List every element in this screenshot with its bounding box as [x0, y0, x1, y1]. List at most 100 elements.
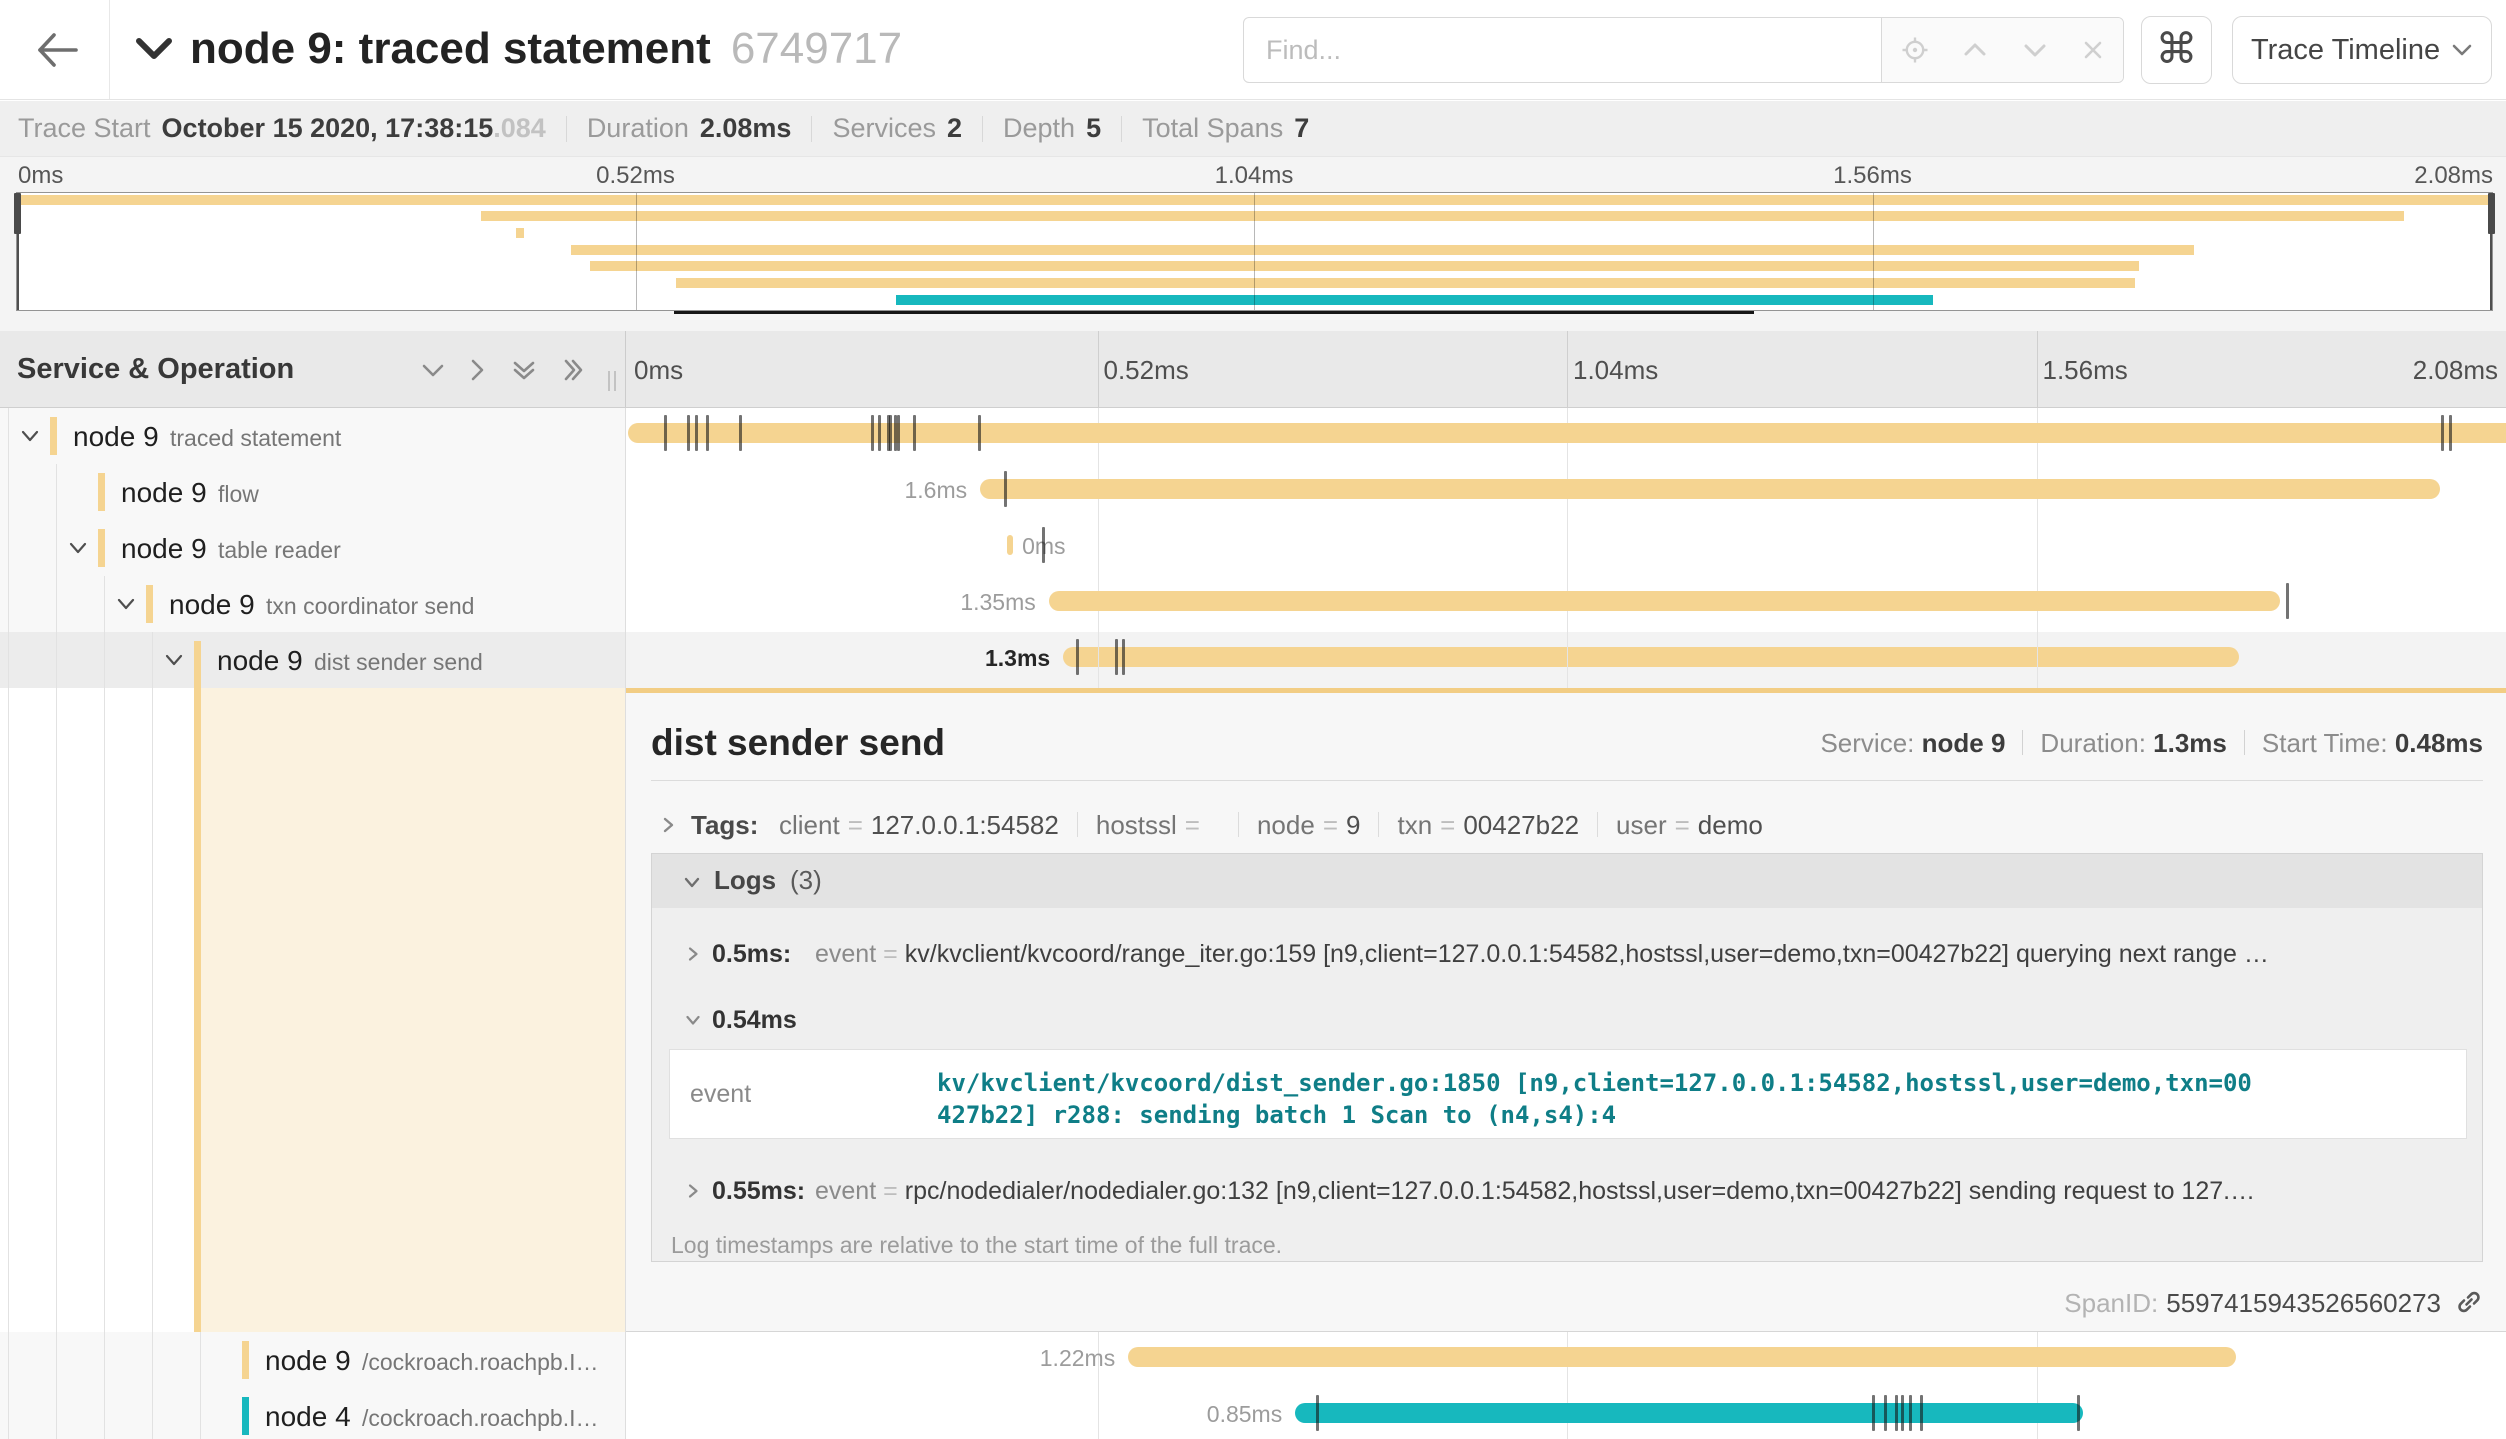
span-duration-bar[interactable] — [1128, 1347, 2236, 1367]
span-timeline-cell[interactable]: 1.35ms — [626, 576, 2506, 632]
minimap-gridline — [1873, 193, 1874, 310]
log-marker-tick — [687, 415, 690, 451]
span-color-chip — [242, 1341, 249, 1379]
back-button[interactable] — [30, 24, 86, 76]
tag-value: demo — [1698, 810, 1763, 841]
log-chevron-right-icon — [685, 1183, 701, 1199]
log-marker-tick — [2441, 415, 2444, 451]
deep-link-icon[interactable] — [2455, 1288, 2483, 1316]
span-row[interactable]: node 9traced statement — [0, 408, 2506, 464]
span-row[interactable]: node 9/cockroach.roachpb.I…1.22ms — [0, 1332, 2506, 1388]
timeline-header-gridline — [1098, 331, 1099, 407]
column-resizer-grip[interactable] — [604, 371, 618, 391]
span-duration-bar[interactable] — [980, 479, 2440, 499]
tags-chevron-right-icon — [659, 816, 677, 834]
indent-guide — [152, 1332, 153, 1388]
span-timeline-cell[interactable]: 1.22ms — [626, 1332, 2506, 1388]
detail-meta-label: Duration: — [2040, 728, 2153, 758]
detail-span-color-bar — [194, 688, 201, 1332]
log-equals: = — [876, 940, 905, 968]
minimap-gridline — [1254, 193, 1255, 310]
spanid-label: SpanID: — [2064, 1288, 2158, 1318]
span-name-column[interactable]: node 9dist sender send — [0, 632, 625, 688]
indent-guide — [104, 576, 105, 632]
indent-guide — [8, 520, 9, 576]
expand-one-icon[interactable] — [464, 357, 490, 383]
log-marker-tick — [706, 415, 709, 451]
span-timeline-cell[interactable] — [626, 408, 2506, 464]
indent-guide — [104, 1332, 105, 1388]
tags-row[interactable]: Tags: client=127.0.0.1:54582hostssl=node… — [651, 804, 2483, 850]
span-timeline-cell[interactable]: 1.3ms — [626, 632, 2506, 688]
summary-separator — [1121, 116, 1122, 142]
tag-equals: = — [840, 810, 871, 840]
next-result-chevron-down-icon[interactable] — [2020, 35, 2050, 65]
row-collapse-chevron-icon[interactable] — [68, 538, 88, 558]
collapse-one-icon[interactable] — [420, 357, 446, 383]
span-timeline-cell[interactable]: 1.6ms — [626, 464, 2506, 520]
trace-view-select[interactable]: Trace Timeline — [2232, 16, 2492, 84]
log-marker-tick — [894, 415, 897, 451]
log-marker-tick — [1316, 1395, 1319, 1431]
span-row[interactable]: node 9flow1.6ms — [0, 464, 2506, 520]
summary-item-value: 5 — [1086, 113, 1101, 144]
minimap-canvas[interactable] — [16, 192, 2493, 311]
keyboard-shortcuts-button[interactable]: ⌘ — [2141, 16, 2212, 84]
log-row[interactable]: 0.55ms:event=rpc/nodedialer/nodedialer.g… — [652, 1173, 2482, 1213]
span-row[interactable]: node 9dist sender send1.3ms — [0, 632, 2506, 688]
span-row[interactable]: node 9table reader0ms — [0, 520, 2506, 576]
minimap-tick-label: 1.56ms — [1833, 162, 1912, 190]
detail-accent-line — [626, 688, 2506, 693]
minimap-scrubber-handle[interactable] — [2488, 193, 2495, 234]
span-name-column[interactable]: node 9/cockroach.roachpb.I… — [0, 1332, 625, 1388]
span-duration-label: 1.35ms — [960, 589, 1035, 616]
locate-icon[interactable] — [1900, 35, 1930, 65]
log-marker-tick — [1004, 471, 1007, 507]
minimap-focus-line — [674, 311, 1754, 314]
indent-guide — [104, 1388, 105, 1439]
span-duration-bar[interactable] — [1295, 1403, 2082, 1423]
log-row[interactable]: 0.54ms — [652, 1002, 2482, 1042]
log-marker-tick — [664, 415, 667, 451]
indent-guide — [56, 1332, 57, 1388]
span-service-name: node 9 — [265, 1345, 351, 1377]
prev-result-chevron-up-icon[interactable] — [1960, 35, 1990, 65]
minimap-scrubber-handle[interactable] — [14, 193, 21, 234]
span-name-column[interactable]: node 9txn coordinator send — [0, 576, 625, 632]
span-name-column[interactable]: node 4/cockroach.roachpb.I… — [0, 1388, 625, 1439]
logs-header[interactable]: Logs (3) — [652, 854, 2482, 908]
span-name-column[interactable]: node 9table reader — [0, 520, 625, 576]
row-collapse-chevron-icon[interactable] — [164, 650, 184, 670]
indent-guide — [8, 632, 9, 688]
log-marker-tick — [1920, 1395, 1923, 1431]
span-duration-bar[interactable] — [1007, 535, 1013, 555]
tag-key: user — [1616, 810, 1667, 840]
expand-all-icon[interactable] — [560, 357, 586, 383]
minimap-span-bar — [590, 261, 2139, 271]
span-service-name: node 9 — [121, 533, 207, 565]
log-field-value: kv/kvclient/kvcoord/range_iter.go:159 [n… — [905, 940, 2269, 968]
span-color-chip — [50, 417, 57, 455]
span-timeline-cell[interactable]: 0ms — [626, 520, 2506, 576]
span-timeline-cell[interactable]: 0.85ms — [626, 1388, 2506, 1439]
span-name-column[interactable]: node 9traced statement — [0, 408, 625, 464]
log-row[interactable]: 0.5ms:event=kv/kvclient/kvcoord/range_it… — [652, 936, 2482, 976]
span-duration-bar[interactable] — [1049, 591, 2281, 611]
span-duration-bar[interactable] — [628, 423, 2506, 443]
span-name-column[interactable]: node 9flow — [0, 464, 625, 520]
clear-find-close-icon[interactable] — [2078, 35, 2108, 65]
minimap-span-bar — [676, 278, 2135, 288]
collapse-title-chevron-icon[interactable] — [134, 36, 174, 62]
row-collapse-chevron-icon[interactable] — [20, 426, 40, 446]
find-input[interactable] — [1244, 18, 1881, 82]
minimap-gridline — [636, 193, 637, 310]
span-operation-name: txn coordinator send — [266, 593, 474, 620]
span-row[interactable]: node 4/cockroach.roachpb.I…0.85ms — [0, 1388, 2506, 1439]
span-duration-bar[interactable] — [1063, 647, 2239, 667]
span-color-chip — [194, 641, 201, 688]
span-row[interactable]: node 9txn coordinator send 1.35ms — [0, 576, 2506, 632]
row-collapse-chevron-icon[interactable] — [116, 594, 136, 614]
collapse-all-icon[interactable] — [511, 357, 537, 383]
span-service-name: node 9 — [73, 421, 159, 453]
name-column-header: Service & Operation — [0, 331, 626, 407]
